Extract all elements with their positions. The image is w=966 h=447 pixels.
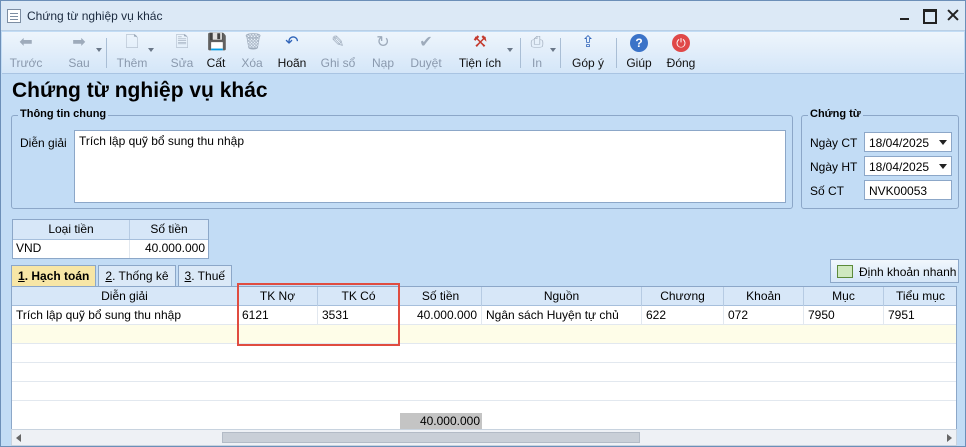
next-button[interactable]: ➡ Sau [62, 34, 102, 72]
save-button[interactable]: 💾 Cất [202, 34, 230, 72]
refresh-icon: ↻ [376, 34, 390, 51]
chevron-down-icon [96, 48, 102, 52]
minimize-button[interactable] [897, 8, 913, 22]
feedback-icon: ⇪ [581, 34, 595, 51]
window-title: Chứng từ nghiệp vụ khác [27, 9, 163, 23]
table-row-empty[interactable] [12, 382, 956, 401]
cell-subitem[interactable]: 7951 [884, 306, 956, 325]
accounting-grid: Diễn giải TK Nợ TK Có Số tiền Nguồn Chươ… [11, 286, 957, 430]
arrow-left-icon: ⬅ [19, 34, 33, 51]
table-row[interactable]: Trích lập quỹ bổ sung thu nhập 6121 3531… [12, 306, 956, 325]
column-header[interactable]: Mục [804, 287, 884, 306]
total-amount: 40.000.000 [400, 413, 482, 429]
cell-item[interactable]: 7950 [804, 306, 884, 325]
delete-document-icon: 🗑 [243, 34, 264, 51]
currency-amount-header: Số tiền [150, 222, 188, 236]
general-info-group: Thông tin chung Diễn giải Trích lập quỹ … [11, 108, 793, 209]
undo-button[interactable]: ↶ Hoãn [274, 34, 310, 72]
close-button[interactable]: ⏻ Đóng [664, 34, 698, 72]
description-field[interactable]: Trích lập quỹ bổ sung thu nhập [74, 130, 786, 203]
new-document-icon: 🗋 [125, 34, 139, 51]
chevron-down-icon [550, 48, 556, 52]
voucher-group: Chứng từ Ngày CT 18/04/2025 Ngày HT 18/0… [801, 108, 959, 209]
column-header[interactable]: Nguồn [482, 287, 642, 306]
pencil-icon: ✎ [331, 34, 345, 51]
column-header[interactable]: Diễn giải [12, 287, 238, 306]
tab-bar: 1. Hạch toán 2. Thống kê 3. Thuế [11, 265, 234, 287]
tab-statistics[interactable]: 2. Thống kê [98, 265, 176, 287]
arrow-right-icon: ➡ [72, 34, 86, 51]
scroll-thumb[interactable] [222, 432, 640, 443]
group-title: Thông tin chung [18, 108, 109, 120]
quick-entry-label: Định khoản nhanh [859, 265, 957, 279]
edit-button[interactable]: 🗎 Sửa [168, 34, 196, 72]
posting-date-value: 18/04/2025 [869, 160, 930, 174]
voucher-number-field[interactable]: NVK00053 [864, 180, 952, 200]
column-header[interactable]: Khoản [724, 287, 804, 306]
chevron-down-icon [507, 48, 513, 52]
grid-header: Diễn giải TK Nợ TK Có Số tiền Nguồn Chươ… [12, 287, 956, 306]
voucher-date-label: Ngày CT [810, 136, 858, 150]
floppy-disk-icon: 💾 [207, 34, 227, 51]
post-button[interactable]: ✎ Ghi sổ [318, 34, 358, 72]
column-header[interactable]: Tiểu mục [884, 287, 956, 306]
power-icon: ⏻ [672, 34, 690, 52]
add-button[interactable]: 🗋 Thêm [116, 34, 154, 72]
quick-entry-button[interactable]: Định khoản nhanh [830, 259, 959, 283]
printer-icon: ⎙ [530, 34, 544, 51]
utilities-button[interactable]: ⚒ Tiện ích [457, 34, 513, 72]
ledger-icon [837, 265, 853, 278]
table-row-empty[interactable] [12, 363, 956, 382]
chevron-down-icon[interactable] [939, 140, 947, 145]
voucher-date-value: 18/04/2025 [869, 136, 930, 150]
cell-chapter[interactable]: 622 [642, 306, 724, 325]
voucher-number-label: Số CT [810, 184, 845, 198]
reload-button[interactable]: ↻ Nạp [368, 34, 398, 72]
help-icon: ? [630, 34, 648, 52]
prev-button[interactable]: ⬅ Trước [8, 34, 44, 72]
chevron-down-icon[interactable] [939, 164, 947, 169]
document-icon [7, 9, 21, 23]
scroll-right-icon[interactable] [947, 434, 952, 442]
table-row-new[interactable] [12, 325, 956, 344]
voucher-date-picker[interactable]: 18/04/2025 [864, 132, 952, 152]
group-title: Chứng từ [808, 108, 863, 120]
title-bar: Chứng từ nghiệp vụ khác [1, 1, 965, 31]
chevron-down-icon [148, 48, 154, 52]
currency-type-header: Loại tiền [13, 220, 130, 239]
edit-document-icon: 🗎 [175, 34, 189, 51]
column-header[interactable]: Chương [642, 287, 724, 306]
horizontal-scrollbar[interactable] [11, 429, 957, 446]
delete-button[interactable]: 🗑 Xóa [238, 34, 266, 72]
scroll-left-icon[interactable] [16, 434, 21, 442]
tab-tax[interactable]: 3. Thuế [177, 265, 233, 287]
undo-icon: ↶ [285, 34, 299, 51]
maximize-button[interactable] [921, 8, 937, 24]
cell-source[interactable]: Ngân sách Huyện tự chủ [482, 306, 642, 325]
tools-icon: ⚒ [472, 34, 488, 51]
feedback-button[interactable]: ⇪ Góp ý [570, 34, 606, 72]
account-columns-highlight [237, 283, 400, 346]
cell-description[interactable]: Trích lập quỹ bổ sung thu nhập [12, 306, 238, 325]
posting-date-picker[interactable]: 18/04/2025 [864, 156, 952, 176]
toolbar: ⬅ Trước ➡ Sau 🗋 Thêm 🗎 Sửa 💾 Cất 🗑 Xóa ↶ [2, 32, 964, 74]
currency-amount-cell[interactable]: 40.000.000 [130, 240, 208, 258]
posting-date-label: Ngày HT [810, 160, 858, 174]
cell-amount[interactable]: 40.000.000 [400, 306, 482, 325]
close-window-button[interactable] [945, 8, 961, 22]
approve-button[interactable]: ✔ Duyệt [407, 34, 445, 72]
currency-table: Loại tiền Số tiền VND 40.000.000 [12, 219, 209, 259]
voucher-window: Chứng từ nghiệp vụ khác ⬅ Trước ➡ Sau 🗋 … [0, 0, 966, 447]
print-button[interactable]: ⎙ In [526, 34, 556, 72]
column-header[interactable]: Số tiền [400, 287, 482, 306]
tab-accounting[interactable]: 1. Hạch toán [11, 265, 97, 287]
currency-type-cell[interactable]: VND [13, 240, 130, 258]
checkmark-icon: ✔ [419, 34, 433, 51]
table-row-empty[interactable] [12, 344, 956, 363]
description-label: Diễn giải [20, 136, 67, 150]
cell-section[interactable]: 072 [724, 306, 804, 325]
page-title: Chứng từ nghiệp vụ khác [12, 79, 268, 102]
help-button[interactable]: ? Giúp [624, 34, 654, 72]
